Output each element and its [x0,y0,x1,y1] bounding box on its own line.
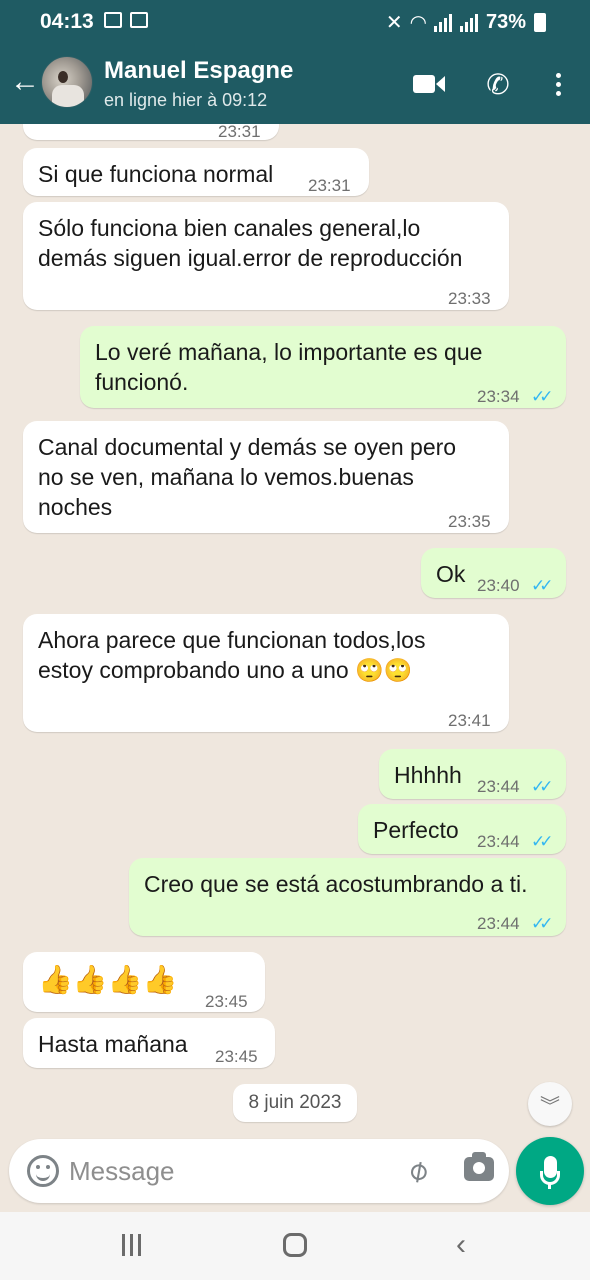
read-ticks-icon: ✓✓ [531,914,553,933]
double-chevron-down-icon: ︾ [540,1095,560,1118]
message-bubble-partial[interactable]: 23:31 [23,124,279,141]
voice-record-button[interactable] [516,1137,584,1205]
recent-apps-button[interactable] [116,1230,146,1260]
mute-icon: ✕ [385,12,403,34]
read-ticks-icon: ✓✓ [531,576,553,595]
message-text: Hasta mañana [38,1031,188,1057]
contact-name[interactable]: Manuel Espagne [104,57,293,85]
message-time: 23:45 [205,992,248,1011]
battery-percent: 73% [485,11,526,33]
attach-icon[interactable]: ⌀ [394,1147,441,1194]
read-ticks-icon: ✓✓ [531,777,553,796]
message-bubble[interactable]: Si que funciona normal 23:31 [23,148,369,196]
message-text: Creo que se está acostumbrando a ti. [144,871,528,897]
message-time: 23:44 [477,777,520,796]
battery-icon [534,13,546,32]
back-arrow-icon[interactable]: ← [10,66,40,98]
phone-call-icon[interactable]: ✆ [480,68,516,100]
message-text: Si que funciona normal [38,161,274,187]
message-time: 23:35 [448,512,491,531]
video-call-icon[interactable] [411,68,447,100]
signal-2-icon [459,13,478,32]
status-time: 04:13 [40,10,94,33]
message-text: Canal documental y demás se oyen pero no… [38,434,457,520]
contact-status: en ligne hier à 09:12 [104,90,268,110]
home-button[interactable] [281,1230,309,1260]
message-time: 23:31 [218,124,261,141]
message-time: 23:44 [477,914,520,933]
image-off-notification-icon [130,12,148,28]
top-app-bar: 04:13 ✕ ◠ 73% ← Manuel Espagne en ligne … [0,0,590,124]
read-ticks-icon: ✓✓ [531,387,553,406]
message-time: 23:34 [477,387,520,406]
message-text: 👍👍👍👍 [38,964,178,995]
message-time: 23:40 [477,576,520,595]
chat-area[interactable]: 23:31 Si que funciona normal 23:31 Sólo … [0,124,590,1134]
notification-icons [104,12,148,28]
message-text: Perfecto [373,817,459,843]
wifi-icon: ◠ [410,12,426,34]
avatar[interactable] [41,56,93,108]
message-bubble[interactable]: Canal documental y demás se oyen pero no… [23,421,509,533]
message-text: Ahora parece que funcionan todos,los est… [38,627,426,683]
message-bubble[interactable]: 👍👍👍👍 23:45 [23,952,265,1012]
gallery-notification-icon [104,12,122,28]
more-options-icon[interactable] [540,68,576,100]
message-bubble-outgoing[interactable]: Perfecto 23:44 ✓✓ [358,804,566,854]
status-bar: 04:13 ✕ ◠ 73% [0,0,590,44]
message-time: 23:44 [477,832,520,851]
message-text: Lo veré mañana, lo importante es que fun… [95,339,483,395]
message-bubble[interactable]: Hasta mañana 23:45 [23,1018,275,1068]
signal-icon [433,13,452,32]
date-chip: 8 juin 2023 [233,1084,357,1122]
emoji-icon[interactable] [27,1155,59,1187]
message-text: Hhhhh [394,762,462,788]
read-ticks-icon: ✓✓ [531,832,553,851]
scroll-to-bottom-button[interactable]: ︾ [528,1082,572,1126]
message-input[interactable] [69,1149,389,1193]
message-bubble[interactable]: Ahora parece que funcionan todos,los est… [23,614,509,732]
message-composer: ⌀ [9,1139,509,1203]
status-right: ✕ ◠ 73% [386,10,546,35]
message-text: Ok [436,561,466,587]
message-bubble-outgoing[interactable]: Ok 23:40 ✓✓ [421,548,566,598]
message-bubble-outgoing[interactable]: Creo que se está acostumbrando a ti. 23:… [129,858,566,936]
message-bubble-outgoing[interactable]: Hhhhh 23:44 ✓✓ [379,749,566,799]
message-text: Sólo funciona bien canales general,lo de… [38,215,463,271]
message-time: 23:33 [448,289,491,308]
message-time: 23:45 [215,1047,258,1066]
message-time: 23:41 [448,711,491,730]
message-bubble[interactable]: Sólo funciona bien canales general,lo de… [23,202,509,310]
message-bubble-outgoing[interactable]: Lo veré mañana, lo importante es que fun… [80,326,566,408]
message-time: 23:31 [308,176,351,195]
back-button[interactable]: ‹ [448,1228,474,1261]
camera-icon[interactable] [464,1152,494,1181]
system-nav-bar: ‹ [0,1212,590,1280]
